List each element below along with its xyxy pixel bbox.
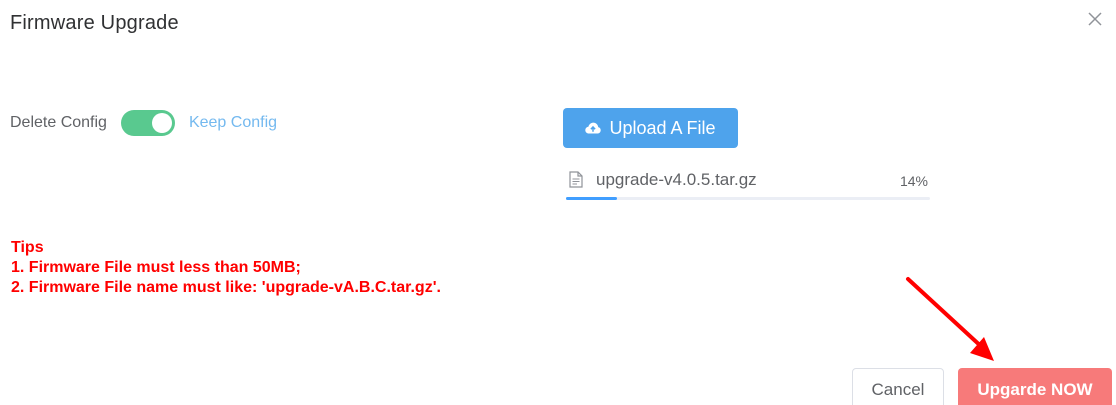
tip-line: 1. Firmware File must less than 50MB; <box>11 259 301 276</box>
upgrade-now-button[interactable]: Upgarde NOW <box>958 368 1112 405</box>
uploaded-file-item[interactable]: upgrade-v4.0.5.tar.gz 14% <box>566 168 930 202</box>
tips-heading: Tips <box>11 239 44 256</box>
close-icon[interactable] <box>1086 10 1104 28</box>
dialog-title: Firmware Upgrade <box>10 12 179 34</box>
toggle-knob <box>151 113 172 133</box>
keep-config-label[interactable]: Keep Config <box>189 114 277 132</box>
upload-file-button[interactable]: Upload A File <box>563 108 738 148</box>
upload-progress-bar <box>566 197 930 200</box>
upload-progress-fill <box>566 197 617 200</box>
annotation-arrow-icon <box>906 277 994 361</box>
firmware-upgrade-dialog: Firmware Upgrade Delete Config Keep Conf… <box>0 0 1116 405</box>
config-switch-row: Delete Config Keep Config <box>10 109 277 137</box>
file-name: upgrade-v4.0.5.tar.gz <box>596 170 757 189</box>
upload-progress-percent: 14% <box>899 173 928 189</box>
delete-config-label[interactable]: Delete Config <box>10 114 107 132</box>
keep-config-toggle[interactable] <box>120 110 175 136</box>
upload-button-label: Upload A File <box>609 117 716 138</box>
tips-block: Tips 1. Firmware File must less than 50M… <box>11 238 441 298</box>
document-icon <box>569 171 583 188</box>
cloud-upload-icon <box>585 122 602 134</box>
cancel-button[interactable]: Cancel <box>852 368 944 405</box>
tip-line: 2. Firmware File name must like: 'upgrad… <box>11 279 441 296</box>
